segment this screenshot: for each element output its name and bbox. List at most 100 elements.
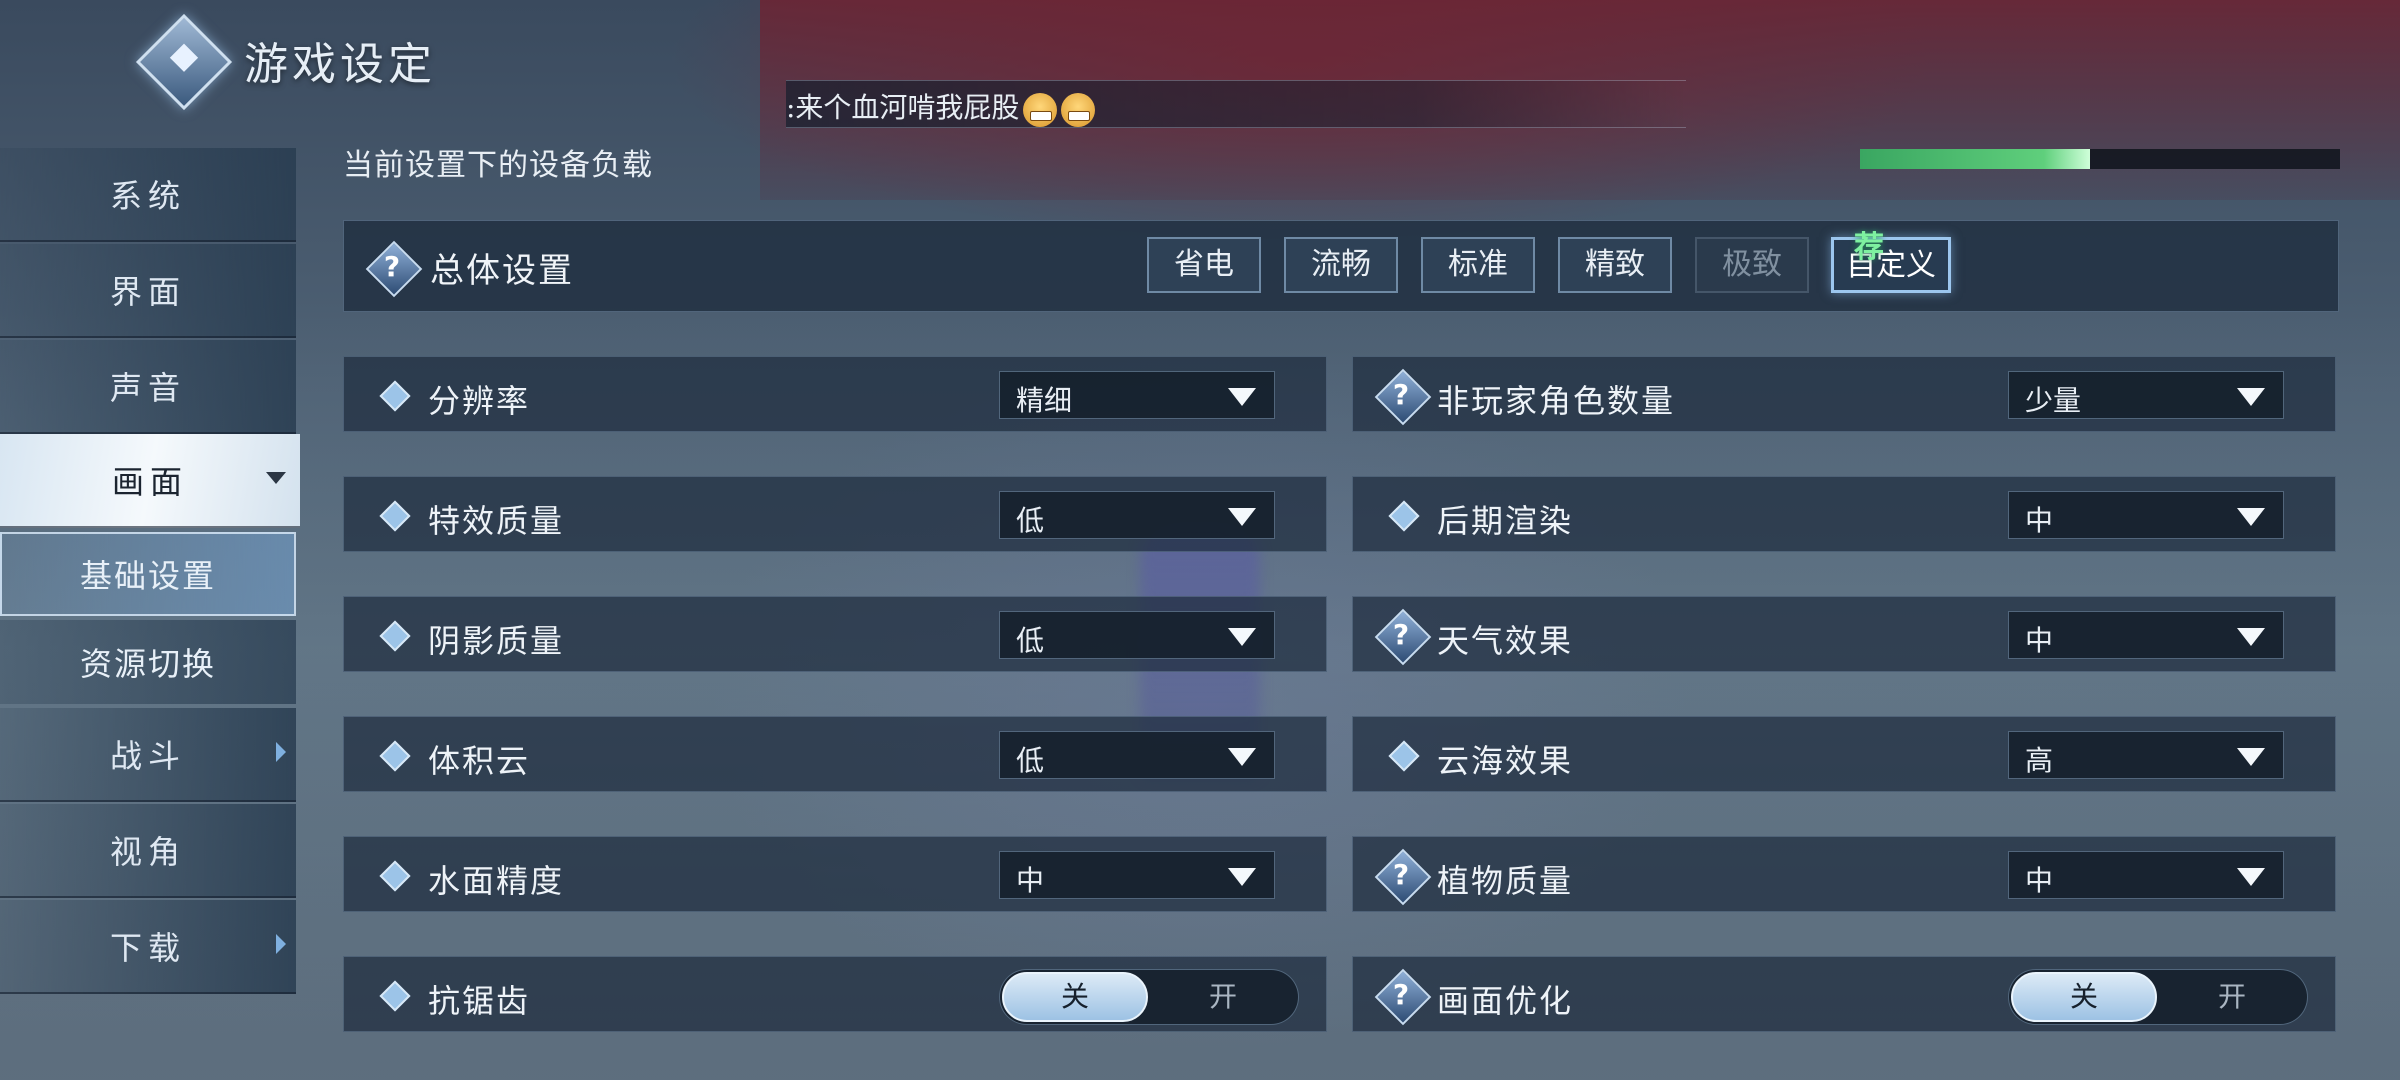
help-icon-mark: ?: [1392, 378, 1410, 411]
dropdown-value: 中: [2025, 504, 2054, 537]
page-title: 游戏设定: [244, 39, 436, 90]
setting-dropdown[interactable]: 高: [2008, 731, 2284, 779]
setting-dropdown[interactable]: 低: [999, 491, 1275, 539]
preset-button[interactable]: 流畅: [1284, 237, 1398, 293]
setting-row: 分辨率 精细: [343, 356, 1327, 432]
sidebar-item[interactable]: 画面: [0, 434, 300, 528]
setting-dropdown[interactable]: 中: [2008, 851, 2284, 899]
diamond-icon: [379, 980, 411, 1012]
setting-label: 水面精度: [428, 862, 565, 900]
toggle-option-on[interactable]: 开: [2159, 970, 2305, 1024]
dropdown-arrow-icon: [1228, 508, 1256, 526]
sidebar-item[interactable]: 资源切换: [0, 620, 296, 704]
preset-button[interactable]: 极致: [1695, 237, 1809, 293]
help-icon-mark: ?: [1392, 858, 1410, 891]
chevron-right-icon: [276, 934, 286, 954]
help-icon-mark: ?: [1392, 978, 1410, 1011]
dropdown-arrow-icon: [1228, 388, 1256, 406]
chat-message-text: :来个血河啃我屁股: [786, 91, 1020, 124]
sidebar-item[interactable]: 系统: [0, 148, 296, 242]
sidebar-item[interactable]: 战斗: [0, 708, 296, 802]
dropdown-value: 高: [2025, 744, 2054, 777]
setting-row: 抗锯齿 关开: [343, 956, 1327, 1032]
dropdown-arrow-icon: [2237, 388, 2265, 406]
setting-row: ? 天气效果 中: [1352, 596, 2336, 672]
dropdown-value: 中: [1016, 864, 1045, 897]
preset-button[interactable]: 省电: [1147, 237, 1261, 293]
setting-dropdown[interactable]: 中: [2008, 491, 2284, 539]
diamond-icon: [379, 860, 411, 892]
dropdown-arrow-icon: [1228, 748, 1256, 766]
sidebar-item-label: 界面: [109, 273, 186, 311]
setting-dropdown[interactable]: 中: [2008, 611, 2284, 659]
setting-dropdown[interactable]: 中: [999, 851, 1275, 899]
setting-row: 云海效果 高: [1352, 716, 2336, 792]
sidebar-item-label: 系统: [109, 177, 186, 215]
setting-dropdown[interactable]: 少量: [2008, 371, 2284, 419]
device-load-bar: [1860, 149, 2340, 169]
setting-row: 特效质量 低: [343, 476, 1327, 552]
setting-dropdown[interactable]: 精细: [999, 371, 1275, 419]
setting-toggle[interactable]: 关开: [999, 969, 1299, 1025]
diamond-icon: [379, 740, 411, 772]
sidebar-item-label: 下载: [109, 929, 186, 967]
setting-row: ? 植物质量 中: [1352, 836, 2336, 912]
setting-row: 阴影质量 低: [343, 596, 1327, 672]
setting-label: 体积云: [428, 742, 531, 780]
diamond-icon: [379, 620, 411, 652]
sidebar-item-label: 画面: [111, 463, 188, 501]
diamond-icon: [379, 380, 411, 412]
sidebar-item[interactable]: 界面: [0, 244, 296, 338]
setting-label: 特效质量: [428, 502, 565, 540]
chat-message: :来个血河啃我屁股: [786, 86, 1096, 127]
sidebar-item-label: 基础设置: [79, 557, 216, 595]
toggle-option-off-selected[interactable]: 关: [1002, 972, 1148, 1022]
grin-emoji-icon: [1061, 92, 1096, 127]
overall-settings-panel: ? 总体设置 省电 流畅 标准 精致 极致 自定义: [343, 220, 2339, 312]
chevron-down-icon: [266, 472, 286, 484]
sidebar-item-label: 资源切换: [79, 645, 216, 683]
preset-button[interactable]: 精致: [1558, 237, 1672, 293]
setting-label: 画面优化: [1437, 982, 1574, 1020]
sidebar-item[interactable]: 声音: [0, 340, 296, 434]
setting-label: 阴影质量: [428, 622, 565, 660]
overall-settings-title: 总体设置: [430, 251, 574, 291]
device-load-label: 当前设置下的设备负载: [343, 148, 653, 183]
dropdown-value: 少量: [2025, 384, 2082, 417]
dropdown-value: 中: [2025, 864, 2054, 897]
setting-row: ? 画面优化 关开: [1352, 956, 2336, 1032]
help-icon-mark: ?: [1392, 618, 1410, 651]
diamond-icon: [1388, 740, 1420, 772]
toggle-option-off-selected[interactable]: 关: [2011, 972, 2157, 1022]
diamond-icon: [379, 500, 411, 532]
dropdown-value: 中: [2025, 624, 2054, 657]
toggle-option-on[interactable]: 开: [1150, 970, 1296, 1024]
dropdown-value: 精细: [1016, 384, 1073, 417]
dropdown-arrow-icon: [1228, 628, 1256, 646]
sidebar-item-label: 战斗: [109, 737, 186, 775]
grin-emoji-icon: [1023, 92, 1058, 127]
help-icon-mark: ?: [383, 250, 401, 283]
setting-toggle[interactable]: 关开: [2008, 969, 2308, 1025]
dropdown-arrow-icon: [2237, 868, 2265, 886]
settings-logo-icon: [135, 13, 233, 111]
setting-row: 后期渲染 中: [1352, 476, 2336, 552]
setting-label: 植物质量: [1437, 862, 1574, 900]
setting-dropdown[interactable]: 低: [999, 731, 1275, 779]
dropdown-arrow-icon: [2237, 508, 2265, 526]
dropdown-arrow-icon: [2237, 748, 2265, 766]
preset-button[interactable]: 自定义: [1831, 237, 1951, 293]
setting-dropdown[interactable]: 低: [999, 611, 1275, 659]
setting-label: 非玩家角色数量: [1437, 382, 1676, 420]
device-load-fill: [1860, 149, 2091, 169]
setting-label: 抗锯齿: [428, 982, 531, 1020]
sidebar-item[interactable]: 视角: [0, 804, 296, 898]
setting-row: 体积云 低: [343, 716, 1327, 792]
dropdown-arrow-icon: [2237, 628, 2265, 646]
sidebar-item[interactable]: 基础设置: [0, 532, 296, 616]
setting-row: ? 非玩家角色数量 少量: [1352, 356, 2336, 432]
sidebar-item[interactable]: 下载: [0, 900, 296, 994]
preset-button[interactable]: 标准: [1421, 237, 1535, 293]
setting-row: 水面精度 中: [343, 836, 1327, 912]
recommended-badge: 荐: [1854, 230, 1884, 265]
